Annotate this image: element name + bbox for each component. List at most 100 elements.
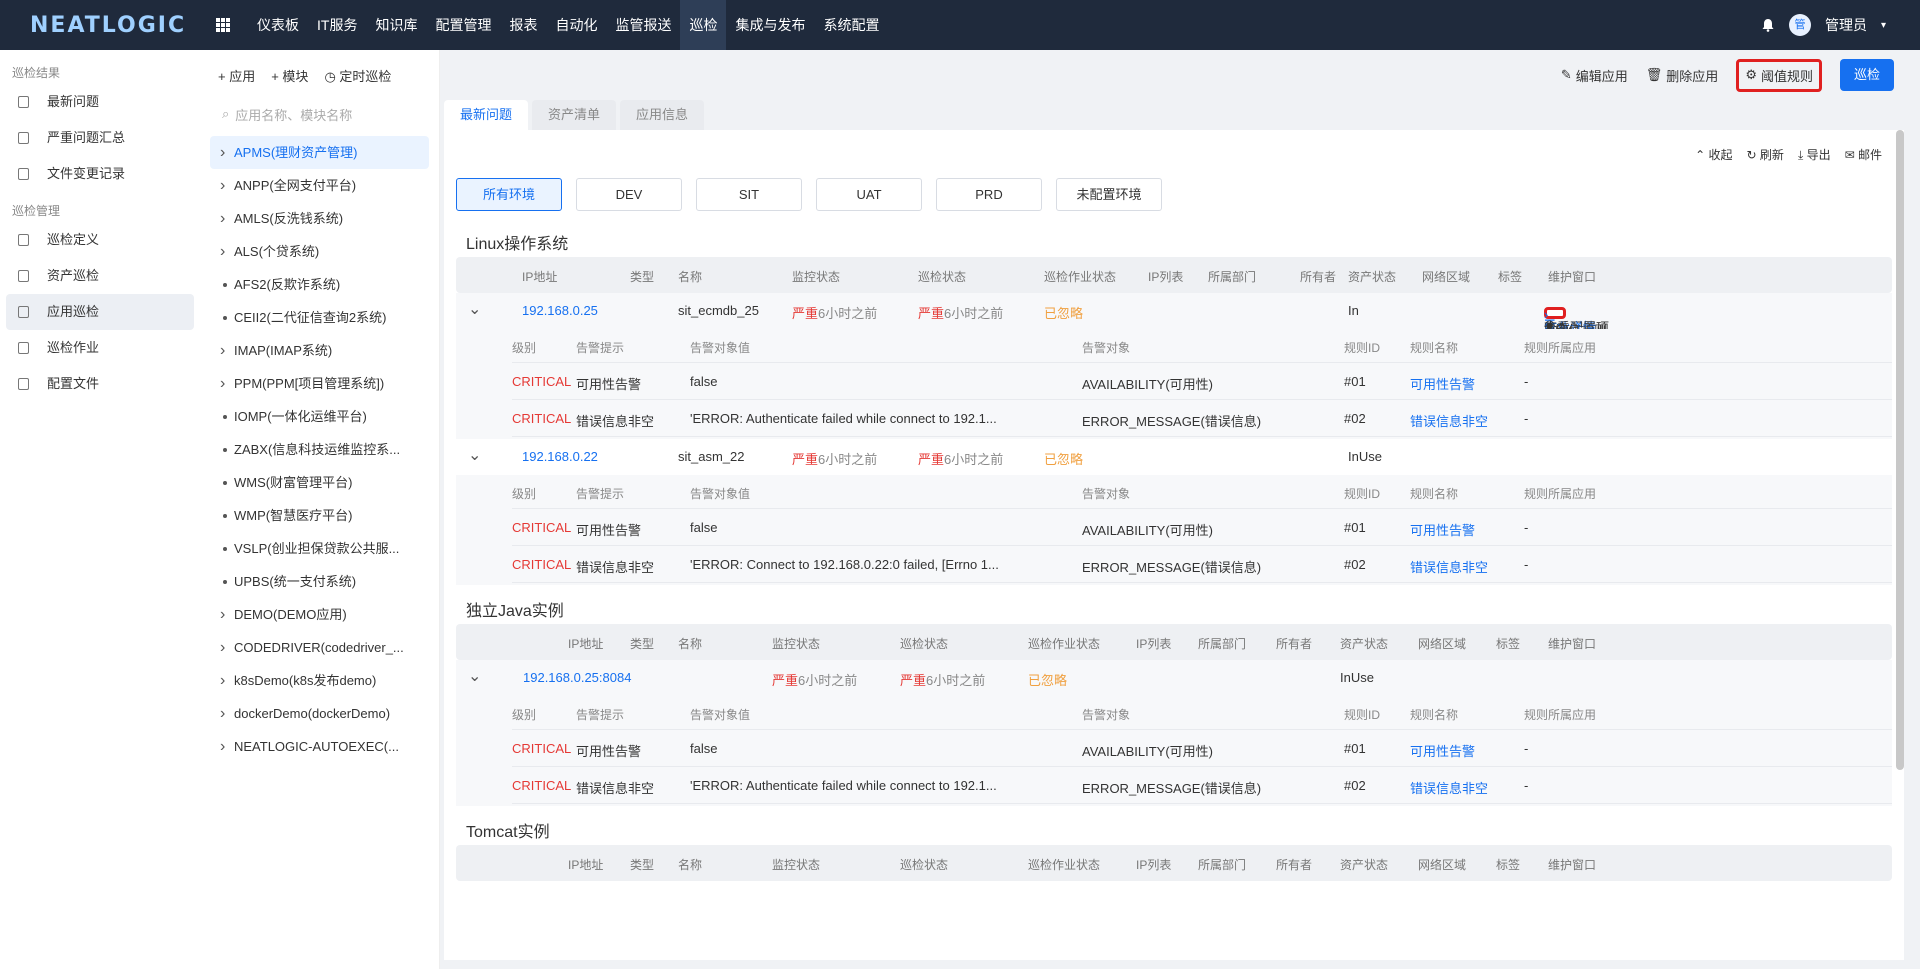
user-name[interactable]: 管理员 xyxy=(1825,15,1867,35)
chevron-right-icon[interactable]: › xyxy=(220,367,225,400)
tree-item[interactable]: › AMLS(反洗钱系统) xyxy=(210,202,429,235)
tree-item[interactable]: › NEATLOGIC-AUTOEXEC(... xyxy=(210,730,429,763)
tree-item[interactable]: VSLP(创业担保贷款公共服... xyxy=(210,532,429,565)
chevron-right-icon[interactable]: › xyxy=(220,334,225,367)
add-app-button[interactable]: + 应用 xyxy=(218,66,255,98)
nav-item-9[interactable]: 系统配置 xyxy=(814,0,888,50)
tab-0[interactable]: 最新问题 xyxy=(444,100,529,130)
column-header: 监控状态 xyxy=(772,637,821,651)
mail-button[interactable]: ✉ 邮件 xyxy=(1845,146,1882,163)
sidebar-item[interactable]: 配置文件 xyxy=(6,366,194,402)
rule-name-link[interactable]: 可用性告警 xyxy=(1410,741,1475,760)
refresh-button[interactable]: ↻ 刷新 xyxy=(1747,146,1784,163)
nav-item-8[interactable]: 集成与发布 xyxy=(726,0,814,50)
tree-item[interactable]: IOMP(一体化运维平台) xyxy=(210,400,429,433)
chevron-right-icon[interactable]: › xyxy=(220,169,225,202)
ip-link[interactable]: 192.168.0.22 xyxy=(522,449,598,464)
chevron-down-icon[interactable]: ⌄ xyxy=(468,299,481,319)
tree-item[interactable]: › ALS(个贷系统) xyxy=(210,235,429,268)
avatar[interactable]: 管 xyxy=(1788,14,1811,36)
table-header: IP地址 类型 名称 监控状态 巡检状态 巡检作业状态 IP列表 所属部门 所有者 资产状态 网络区… xyxy=(456,257,1892,293)
chevron-down-icon[interactable]: ⌄ xyxy=(468,666,481,686)
tree-item[interactable]: CEII2(二代征信查询2系统) xyxy=(210,301,429,334)
tree-item[interactable]: › DEMO(DEMO应用) xyxy=(210,598,429,631)
rule-name-link[interactable]: 错误信息非空 xyxy=(1410,557,1488,576)
nav-item-7[interactable]: 巡检 xyxy=(680,0,727,50)
scrollbar[interactable] xyxy=(1896,130,1904,770)
schedule-inspect-button[interactable]: ◷ 定时巡检 xyxy=(324,66,391,98)
nav-item-1[interactable]: IT服务 xyxy=(308,0,366,50)
alert-tip: 可用性告警 xyxy=(576,744,642,759)
tab-2[interactable]: 应用信息 xyxy=(620,100,705,130)
chevron-right-icon[interactable]: › xyxy=(220,202,225,235)
chevron-right-icon[interactable]: › xyxy=(220,664,225,697)
env-filter-button[interactable]: 所有环境 xyxy=(456,178,562,211)
tree-item[interactable]: › PPM(PPM[项目管理系统]) xyxy=(210,367,429,400)
delete-app-button[interactable]: 🗑 删除应用 xyxy=(1646,66,1719,85)
chevron-right-icon[interactable]: › xyxy=(220,598,225,631)
ip-link[interactable]: 192.168.0.25:8084 xyxy=(523,670,631,685)
chevron-down-icon[interactable]: ▾ xyxy=(1881,20,1886,31)
chevron-right-icon[interactable]: › xyxy=(220,631,225,664)
nav-item-0[interactable]: 仪表板 xyxy=(248,0,308,50)
inspect-button[interactable]: 巡检 xyxy=(1839,59,1894,91)
tab-1[interactable]: 资产清单 xyxy=(532,100,617,130)
nav-item-2[interactable]: 知识库 xyxy=(366,0,426,50)
tree-item[interactable]: AFS2(反欺诈系统) xyxy=(210,268,429,301)
tree-item[interactable]: WMS(财富管理平台) xyxy=(210,466,429,499)
chevron-right-icon[interactable]: › xyxy=(220,136,225,169)
tree-item[interactable]: › APMS(理财资产管理) xyxy=(210,136,429,169)
chevron-right-icon[interactable]: › xyxy=(1544,307,1548,322)
env-filter-button[interactable]: UAT xyxy=(816,178,922,211)
ip-link[interactable]: 192.168.0.25 xyxy=(522,303,598,318)
sidebar-item[interactable]: 巡检作业 xyxy=(6,330,194,366)
tree-item[interactable]: › dockerDemo(dockerDemo) xyxy=(210,697,429,730)
env-filter-button[interactable]: SIT xyxy=(696,178,802,211)
tree-item[interactable]: ZABX(信息科技运维监控系... xyxy=(210,433,429,466)
table-row[interactable]: ⌄ 192.168.0.22 sit_asm_22 严重 6小时之前 严重 6小时之前 已忽略… xyxy=(456,439,1892,475)
table-row[interactable]: ⌄ 192.168.0.25 sit_ecmdb_25 严重 6小时之前 严重 6小时之前已… xyxy=(456,293,1892,338)
nav-item-6[interactable]: 监管报送 xyxy=(606,0,680,50)
tree-search-input[interactable]: ⌕ 应用名称、模块名称 xyxy=(212,98,427,130)
rule-id: #02 xyxy=(1344,778,1366,793)
tree-item[interactable]: › IMAP(IMAP系统) xyxy=(210,334,429,367)
chevron-down-icon[interactable]: ⌄ xyxy=(468,445,481,465)
collapse-button[interactable]: ⌃ 收起 xyxy=(1695,146,1732,163)
chevron-right-icon[interactable]: › xyxy=(220,730,225,763)
chevron-right-icon[interactable]: › xyxy=(220,697,225,730)
sidebar-item[interactable]: 巡检定义 xyxy=(6,222,194,258)
tree-item[interactable]: UPBS(统一支付系统) xyxy=(210,565,429,598)
env-filter-button[interactable]: PRD xyxy=(936,178,1042,211)
chevron-right-icon[interactable]: › xyxy=(220,235,225,268)
sidebar-item[interactable]: 最新问题 xyxy=(6,84,194,120)
rule-name-link[interactable]: 可用性告警 xyxy=(1410,374,1475,393)
edit-app-button[interactable]: ✎ 编辑应用 xyxy=(1561,66,1628,85)
nav-item-4[interactable]: 报表 xyxy=(500,0,546,50)
nav-item-5[interactable]: 自动化 xyxy=(546,0,606,50)
tree-item[interactable]: › k8sDemo(k8s发布demo) xyxy=(210,664,429,697)
table-row[interactable]: ⌄ 192.168.0.25:8084 严重 6小时之前 严重 6小时之前 已忽略 InUse xyxy=(456,660,1892,696)
rule-name-link[interactable]: 可用性告警 xyxy=(1410,520,1475,539)
env-filter-button[interactable]: 未配置环境 xyxy=(1056,178,1162,211)
sidebar-item-label: 应用巡检 xyxy=(47,304,100,319)
env-filter-button[interactable]: DEV xyxy=(576,178,682,211)
tree-item[interactable]: › ANPP(全网支付平台) xyxy=(210,169,429,202)
bell-icon[interactable] xyxy=(1761,18,1775,32)
apps-grid-icon[interactable] xyxy=(216,18,230,32)
rule-name-link[interactable]: 错误信息非空 xyxy=(1410,411,1488,430)
sidebar-item[interactable]: 应用巡检 xyxy=(6,294,194,330)
tree-item[interactable]: WMP(智慧医疗平台) xyxy=(210,499,429,532)
sidebar-item-label: 配置文件 xyxy=(47,376,100,391)
add-module-button[interactable]: + 模块 xyxy=(271,66,308,98)
rule-name-link[interactable]: 错误信息非空 xyxy=(1410,778,1488,797)
sidebar-item[interactable]: 文件变更记录 xyxy=(6,156,194,192)
tree-item[interactable]: › CODEDRIVER(codedriver_... xyxy=(210,631,429,664)
subtable-column-header: 规则所属应用 xyxy=(1524,487,1597,501)
app-logo[interactable]: NEATLOGIC xyxy=(0,13,190,38)
export-button[interactable]: ⤓ 导出 xyxy=(1798,146,1831,163)
threshold-rule-button[interactable]: ⚙ 阈值规则 xyxy=(1736,58,1822,92)
tree-item-label: VSLP(创业担保贷款公共服... xyxy=(234,541,400,556)
nav-item-3[interactable]: 配置管理 xyxy=(426,0,500,50)
sidebar-item[interactable]: 严重问题汇总 xyxy=(6,120,194,156)
sidebar-item[interactable]: 资产巡检 xyxy=(6,258,194,294)
